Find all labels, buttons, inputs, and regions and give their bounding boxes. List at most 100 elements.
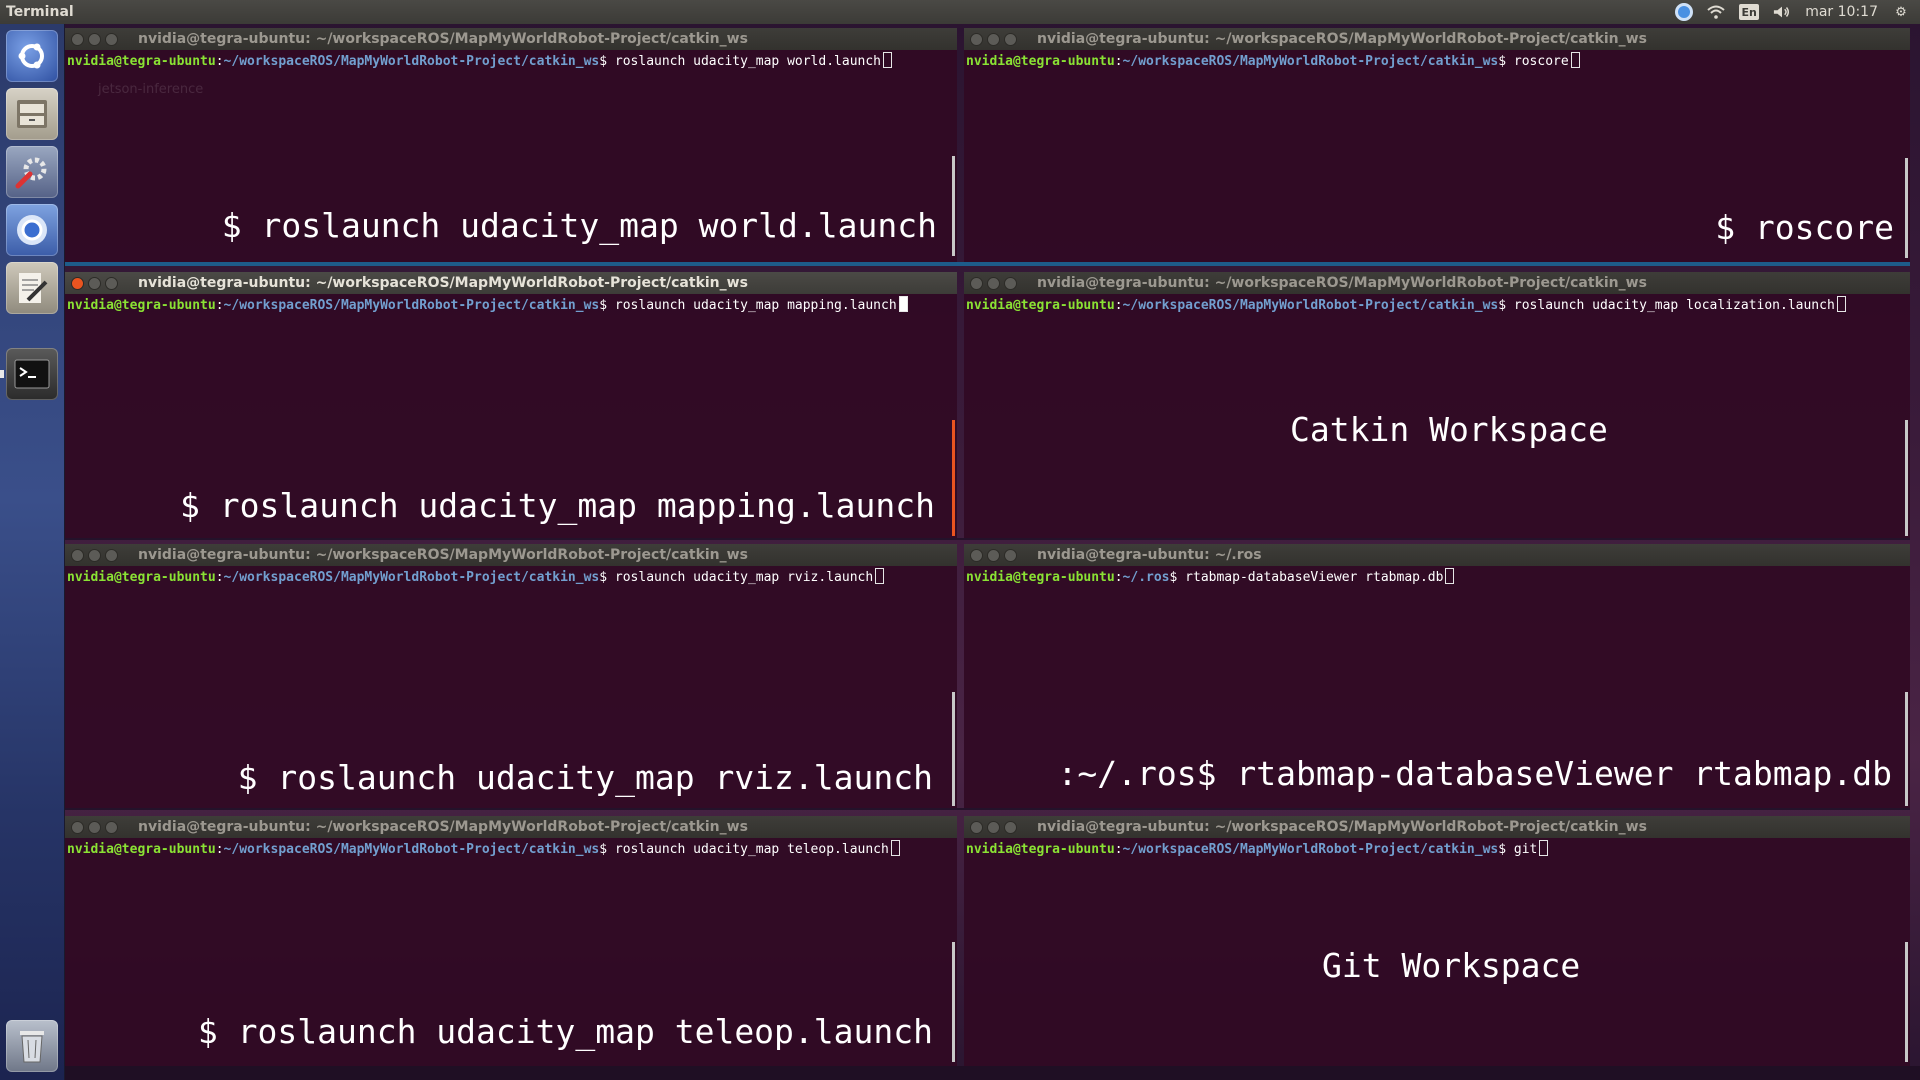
command-text: roslaunch udacity_map teleop.launch <box>614 842 889 857</box>
prompt-line[interactable]: nvidia@tegra-ubuntu:~/workspaceROS/MapMy… <box>964 50 1910 69</box>
pane-titlebar[interactable]: nvidia@tegra-ubuntu: ~/workspaceROS/MapM… <box>65 816 957 838</box>
scrollbar[interactable] <box>952 942 955 1062</box>
command-text: rtabmap-databaseViewer rtabmap.db <box>1185 570 1444 585</box>
volume-icon[interactable] <box>1773 3 1791 21</box>
pane-divider <box>65 538 1910 540</box>
pane-divider <box>65 808 1910 810</box>
pane-label: $ roslaunch udacity_map world.launch <box>221 206 937 245</box>
keyboard-language-indicator[interactable]: En <box>1739 4 1760 20</box>
text-cursor <box>1570 52 1580 68</box>
pane-title: nvidia@tegra-ubuntu: ~/workspaceROS/MapM… <box>138 31 748 47</box>
terminal-pane-git[interactable]: nvidia@tegra-ubuntu: ~/workspaceROS/MapM… <box>964 816 1910 1066</box>
pane-divider <box>65 262 1910 266</box>
pane-label: Catkin Workspace <box>1290 410 1608 449</box>
wifi-icon[interactable] <box>1707 3 1725 21</box>
minimize-window-icon[interactable] <box>88 548 101 562</box>
desktop-strip <box>65 1066 1920 1080</box>
command-text: roslaunch udacity_map mapping.launch <box>614 298 897 313</box>
chromium-button[interactable] <box>6 204 58 256</box>
terminal-pane-teleop[interactable]: nvidia@tegra-ubuntu: ~/workspaceROS/MapM… <box>65 816 957 1066</box>
terminal-pane-roscore[interactable]: nvidia@tegra-ubuntu: ~/workspaceROS/MapM… <box>964 28 1910 262</box>
maximize-window-icon[interactable] <box>105 276 118 290</box>
text-editor-button[interactable] <box>6 262 58 314</box>
prompt-line[interactable]: nvidia@tegra-ubuntu:~/workspaceROS/MapMy… <box>65 50 957 69</box>
maximize-window-icon[interactable] <box>1004 548 1017 562</box>
close-window-icon[interactable] <box>970 820 983 834</box>
terminal-pane-rviz[interactable]: nvidia@tegra-ubuntu: ~/workspaceROS/MapM… <box>65 544 957 808</box>
trash-icon <box>20 1031 44 1063</box>
terminal-pane-database-viewer[interactable]: nvidia@tegra-ubuntu: ~/.ros nvidia@tegra… <box>964 544 1910 808</box>
pane-titlebar[interactable]: nvidia@tegra-ubuntu: ~/workspaceROS/MapM… <box>65 544 957 566</box>
pane-titlebar[interactable]: nvidia@tegra-ubuntu: ~/workspaceROS/MapM… <box>65 28 957 50</box>
maximize-window-icon[interactable] <box>105 32 118 46</box>
pane-label: Git Workspace <box>1322 946 1581 985</box>
minimize-window-icon[interactable] <box>987 548 1000 562</box>
pane-title: nvidia@tegra-ubuntu: ~/workspaceROS/MapM… <box>138 547 748 563</box>
close-window-icon[interactable] <box>71 548 84 562</box>
maximize-window-icon[interactable] <box>1004 32 1017 46</box>
terminal-pane-mapping[interactable]: nvidia@tegra-ubuntu: ~/workspaceROS/MapM… <box>65 272 957 538</box>
text-cursor <box>883 52 892 68</box>
pane-label: $ roslaunch udacity_map teleop.launch <box>197 1012 933 1051</box>
gear-icon[interactable]: ⚙ <box>1892 3 1910 21</box>
prompt-line[interactable]: nvidia@tegra-ubuntu:~/.ros$ rtabmap-data… <box>964 566 1910 585</box>
pane-title: nvidia@tegra-ubuntu: ~/.ros <box>1037 547 1262 563</box>
text-cursor <box>1445 568 1455 584</box>
files-button[interactable] <box>6 88 58 140</box>
pane-title: nvidia@tegra-ubuntu: ~/workspaceROS/MapM… <box>1037 31 1647 47</box>
pane-label: $ roslaunch udacity_map rviz.launch <box>237 758 933 797</box>
scrollbar[interactable] <box>952 692 955 806</box>
prompt-line[interactable]: nvidia@tegra-ubuntu:~/workspaceROS/MapMy… <box>964 838 1910 857</box>
top-panel: Terminal En mar 10:17 ⚙ <box>0 0 1920 24</box>
ubuntu-logo-icon <box>18 43 44 69</box>
pane-titlebar[interactable]: nvidia@tegra-ubuntu: ~/.ros <box>964 544 1910 566</box>
command-text: roscore <box>1513 54 1569 69</box>
maximize-window-icon[interactable] <box>105 548 118 562</box>
close-window-icon[interactable] <box>71 820 84 834</box>
scrollbar[interactable] <box>1905 158 1908 258</box>
prompt-line[interactable]: nvidia@tegra-ubuntu:~/workspaceROS/MapMy… <box>65 838 957 857</box>
close-window-icon[interactable] <box>71 276 84 290</box>
trash-button[interactable] <box>6 1020 58 1072</box>
terminal-pane-localization[interactable]: nvidia@tegra-ubuntu: ~/workspaceROS/MapM… <box>964 272 1910 538</box>
close-window-icon[interactable] <box>970 276 983 290</box>
minimize-window-icon[interactable] <box>987 820 1000 834</box>
chromium-indicator-icon[interactable] <box>1675 3 1694 21</box>
scrollbar[interactable] <box>952 156 955 256</box>
text-cursor <box>1539 840 1549 856</box>
pane-titlebar[interactable]: nvidia@tegra-ubuntu: ~/workspaceROS/MapM… <box>964 28 1910 50</box>
minimize-window-icon[interactable] <box>88 820 101 834</box>
scrollbar[interactable] <box>952 420 955 536</box>
scrollbar[interactable] <box>1905 420 1908 536</box>
clock[interactable]: mar 10:17 <box>1805 4 1878 20</box>
minimize-window-icon[interactable] <box>987 32 1000 46</box>
minimize-window-icon[interactable] <box>987 276 1000 290</box>
scrollbar[interactable] <box>1905 942 1908 1062</box>
text-cursor <box>898 296 908 312</box>
close-window-icon[interactable] <box>71 32 84 46</box>
terminal-pane-world[interactable]: nvidia@tegra-ubuntu: ~/workspaceROS/MapM… <box>65 28 957 262</box>
pane-titlebar[interactable]: nvidia@tegra-ubuntu: ~/workspaceROS/MapM… <box>964 816 1910 838</box>
file-cabinet-icon <box>17 100 47 128</box>
maximize-window-icon[interactable] <box>105 820 118 834</box>
pane-label: $ roscore <box>1715 208 1894 247</box>
close-window-icon[interactable] <box>970 32 983 46</box>
maximize-window-icon[interactable] <box>1004 820 1017 834</box>
prompt-line[interactable]: nvidia@tegra-ubuntu:~/workspaceROS/MapMy… <box>65 294 957 313</box>
active-app-title: Terminal <box>6 4 74 20</box>
pane-title: nvidia@tegra-ubuntu: ~/workspaceROS/MapM… <box>138 819 748 835</box>
minimize-window-icon[interactable] <box>88 32 101 46</box>
text-cursor <box>875 568 885 584</box>
system-settings-button[interactable] <box>6 146 58 198</box>
maximize-window-icon[interactable] <box>1004 276 1017 290</box>
terminal-button[interactable] <box>6 348 58 400</box>
scrollbar[interactable] <box>1905 692 1908 806</box>
prompt-line[interactable]: nvidia@tegra-ubuntu:~/workspaceROS/MapMy… <box>964 294 1910 313</box>
prompt-line[interactable]: nvidia@tegra-ubuntu:~/workspaceROS/MapMy… <box>65 566 957 585</box>
ubuntu-dash-button[interactable] <box>6 30 58 82</box>
minimize-window-icon[interactable] <box>88 276 101 290</box>
pane-titlebar[interactable]: nvidia@tegra-ubuntu: ~/workspaceROS/MapM… <box>964 272 1910 294</box>
pane-titlebar[interactable]: nvidia@tegra-ubuntu: ~/workspaceROS/MapM… <box>65 272 957 294</box>
active-app-indicator <box>0 370 4 378</box>
close-window-icon[interactable] <box>970 548 983 562</box>
